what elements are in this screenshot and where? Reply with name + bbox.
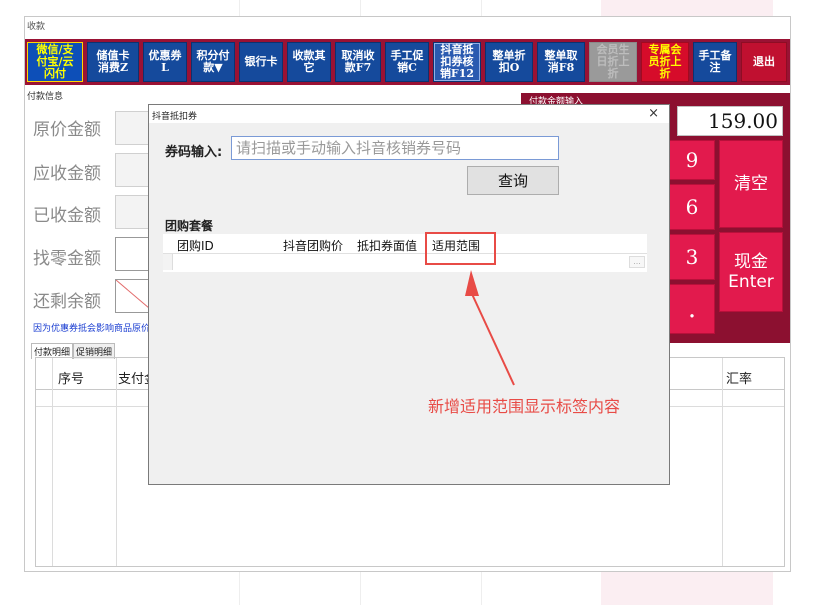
exclusive-member-discount-button[interactable]: 专属会 员折上 折 <box>641 42 689 82</box>
key-6[interactable]: 6 <box>669 184 715 230</box>
close-icon[interactable]: × <box>648 106 659 121</box>
other-payment-button[interactable]: 收款其 它 <box>287 42 331 82</box>
original-amount-label: 原价金额 <box>33 120 101 140</box>
annotation-text: 新增适用范围显示标签内容 <box>428 397 621 416</box>
coupon-code-input[interactable]: 请扫描或手动输入抖音核销券号码 <box>231 136 559 160</box>
column-group-id: 团购ID <box>177 239 214 253</box>
change-amount-label: 找零金额 <box>33 249 101 269</box>
table-row[interactable] <box>163 254 647 270</box>
manual-remark-button[interactable]: 手工备 注 <box>693 42 737 82</box>
row-ellipsis-button[interactable]: ... <box>629 256 645 268</box>
received-amount-label: 已收金额 <box>33 206 101 226</box>
coupon-note: 因为优惠券抵会影响商品原价 <box>33 324 151 334</box>
dialog-title: 抖音抵扣券 <box>152 112 198 122</box>
column-coupon-value: 抵扣券面值 <box>357 239 418 253</box>
cash-enter-button[interactable]: 现金 Enter <box>719 232 783 312</box>
row-header <box>163 254 173 270</box>
column-douyin-price: 抖音团购价 <box>283 239 344 253</box>
order-discount-button[interactable]: 整单折 扣O <box>485 42 533 82</box>
column-index: 序号 <box>58 372 85 387</box>
cancel-payment-button[interactable]: 取消收 款F7 <box>335 42 381 82</box>
column-exchange-rate: 汇率 <box>726 372 753 387</box>
coupon-button[interactable]: 优惠券 L <box>143 42 187 82</box>
key-9[interactable]: 9 <box>669 140 715 180</box>
clear-button[interactable]: 清空 <box>719 140 783 228</box>
key-3[interactable]: 3 <box>669 234 715 280</box>
group-package-grid: 团购ID 抖音团购价 抵扣券面值 适用范围 ... <box>163 234 647 272</box>
remaining-amount-label: 还剩余额 <box>33 292 101 312</box>
manual-promotion-button[interactable]: 手工促 销C <box>385 42 429 82</box>
toolbar: 微信/支 付宝/云 闪付 储值卡 消费Z 优惠券 L 积分付 款▼ 银行卡 收款… <box>25 39 790 85</box>
receivable-amount-label: 应收金额 <box>33 164 101 184</box>
window-title: 收款 <box>27 22 46 32</box>
highlight-box <box>425 232 496 265</box>
group-package-label: 团购套餐 <box>165 219 214 233</box>
cancel-order-button[interactable]: 整单取 消F8 <box>537 42 585 82</box>
coupon-code-label: 券码输入: <box>165 145 223 160</box>
douyin-coupon-dialog: 抖音抵扣券 × 券码输入: 请扫描或手动输入抖音核销券号码 查询 团购套餐 团购… <box>148 104 670 485</box>
query-button[interactable]: 查询 <box>467 166 559 195</box>
payment-info-label: 付款信息 <box>27 92 64 102</box>
wechat-alipay-button[interactable]: 微信/支 付宝/云 闪付 <box>27 42 83 82</box>
payment-amount-input[interactable]: 159.00 <box>677 106 783 136</box>
key-dot[interactable]: . <box>669 284 715 334</box>
dialog-titlebar: 抖音抵扣券 × <box>149 105 669 123</box>
points-payment-button[interactable]: 积分付 款▼ <box>191 42 235 82</box>
douyin-coupon-button[interactable]: 抖音抵 扣券核 销F12 <box>433 42 481 82</box>
exit-button[interactable]: 退出 <box>741 42 787 82</box>
member-birthday-discount-button[interactable]: 会员生 日折上 折 <box>589 42 637 82</box>
stored-value-card-button[interactable]: 储值卡 消费Z <box>87 42 139 82</box>
bank-card-button[interactable]: 银行卡 <box>239 42 283 82</box>
